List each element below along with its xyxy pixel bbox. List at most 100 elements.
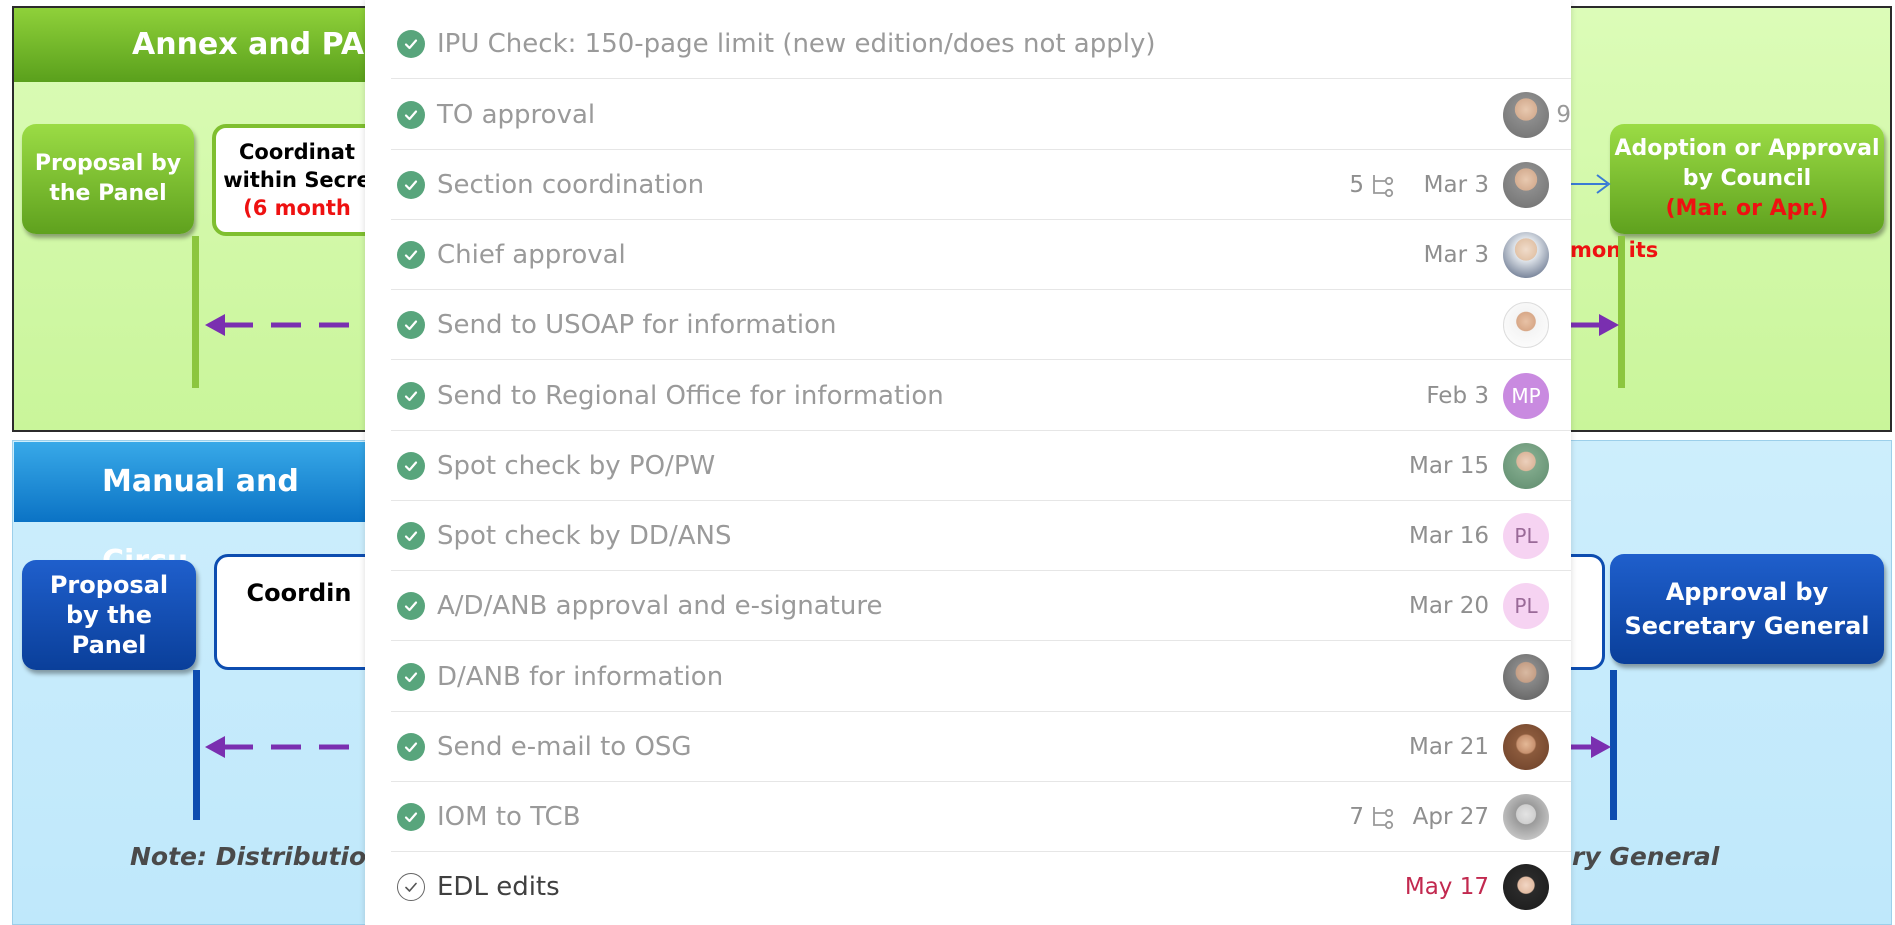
banner-title: Annex and PAN [132, 27, 390, 62]
box-line: within Secre [223, 168, 371, 192]
box-line: the Panel [49, 181, 167, 206]
task-title[interactable]: EDL edits [437, 852, 560, 922]
connector-bar [193, 670, 200, 820]
task-row[interactable]: Spot check by DD/ANS Mar 16 PL [391, 501, 1571, 571]
task-title[interactable]: Spot check by PO/PW [437, 431, 715, 501]
annex-section-banner: Annex and PAN [14, 8, 394, 82]
distribution-note: Note: Distribution [130, 842, 384, 871]
subtask-number: 5 [1349, 172, 1364, 198]
due-date[interactable]: Apr 27 [1369, 782, 1489, 852]
box-line: Approval by [1665, 578, 1829, 606]
due-date[interactable]: Feb 3 [1369, 361, 1489, 431]
check-circle-icon[interactable] [397, 522, 425, 550]
box-line: Panel [71, 631, 147, 659]
check-circle-icon[interactable] [397, 452, 425, 480]
due-date[interactable]: Mar 21 [1369, 712, 1489, 782]
coordination-box-top: Coordinat within Secre (6 month [212, 124, 382, 236]
task-row[interactable]: Chief approval Mar 3 [391, 220, 1571, 290]
adoption-box: Adoption or Approval by Council (Mar. or… [1610, 124, 1884, 234]
task-title[interactable]: TO approval [437, 80, 595, 150]
due-date[interactable]: Mar 16 [1369, 501, 1489, 571]
assignee-avatar[interactable] [1503, 302, 1549, 348]
box-line: Adoption or Approval [1614, 136, 1880, 161]
assignee-avatar[interactable]: MP [1503, 373, 1549, 419]
task-title[interactable]: Send to USOAP for information [437, 290, 836, 360]
task-row[interactable]: IPU Check: 150-page limit (new edition/d… [391, 9, 1571, 79]
check-circle-icon[interactable] [397, 592, 425, 620]
box-line: Secretary General [1624, 612, 1870, 640]
task-title[interactable]: Spot check by DD/ANS [437, 501, 731, 571]
dashed-arrow-left-bottom [205, 736, 370, 758]
assignee-avatar[interactable]: PL [1503, 513, 1549, 559]
connector-bar [1618, 236, 1625, 388]
connector-bar [1610, 670, 1617, 820]
task-title[interactable]: A/D/ANB approval and e-signature [437, 571, 882, 641]
assignee-avatar[interactable] [1503, 794, 1549, 840]
task-row[interactable]: Section coordination 5 Mar 3 [391, 150, 1571, 220]
manual-section-banner: Manual and Circu [14, 442, 394, 579]
due-date[interactable]: Mar 3 [1369, 150, 1489, 220]
assignee-avatar[interactable] [1503, 654, 1549, 700]
task-title[interactable]: Send to Regional Office for information [437, 361, 944, 431]
task-row[interactable]: A/D/ANB approval and e-signature Mar 20 … [391, 571, 1571, 641]
task-title[interactable]: Chief approval [437, 220, 626, 290]
assignee-avatar[interactable] [1503, 864, 1549, 910]
task-row[interactable]: Send e-mail to OSG Mar 21 [391, 712, 1571, 782]
duration-fragment: mon its [1570, 238, 1659, 262]
coordination-box-right-edge [1565, 554, 1605, 670]
assignee-avatar[interactable] [1503, 92, 1549, 138]
task-row[interactable]: Send to Regional Office for information … [391, 361, 1571, 431]
task-title[interactable]: D/ANB for information [437, 642, 723, 712]
check-circle-icon[interactable] [397, 803, 425, 831]
connector-bar [192, 236, 199, 388]
distribution-note-end: ry General [1572, 842, 1720, 871]
empty-check-circle-icon[interactable] [397, 873, 425, 901]
proposal-box-top: Proposal by the Panel [22, 124, 194, 234]
dashed-arrow-right-top [1571, 314, 1619, 336]
check-circle-icon[interactable] [397, 663, 425, 691]
approval-sg-box: Approval by Secretary General [1610, 554, 1884, 664]
check-circle-icon[interactable] [397, 382, 425, 410]
coordination-box-bottom: Coordin [214, 554, 384, 670]
dashed-arrow-left-top [205, 314, 370, 336]
assignee-avatar[interactable] [1503, 724, 1549, 770]
check-circle-icon[interactable] [397, 30, 425, 58]
box-line: (Mar. or Apr.) [1665, 196, 1829, 221]
check-circle-icon[interactable] [397, 733, 425, 761]
check-circle-icon[interactable] [397, 171, 425, 199]
check-circle-icon[interactable] [397, 101, 425, 129]
due-date[interactable]: May 17 [1369, 852, 1489, 922]
arrow-right-blue [1571, 174, 1611, 194]
due-date[interactable]: Mar 15 [1369, 431, 1489, 501]
check-circle-icon[interactable] [397, 241, 425, 269]
task-row[interactable]: Spot check by PO/PW Mar 15 [391, 431, 1571, 501]
assignee-avatar[interactable] [1503, 443, 1549, 489]
task-title[interactable]: IPU Check: 150-page limit (new edition/d… [437, 9, 1156, 79]
check-circle-icon[interactable] [397, 311, 425, 339]
box-line: (6 month [243, 196, 351, 220]
box-line: Coordin [246, 579, 352, 607]
assignee-avatar[interactable]: PL [1503, 583, 1549, 629]
task-title[interactable]: Send e-mail to OSG [437, 712, 692, 782]
assignee-avatar[interactable] [1503, 232, 1549, 278]
box-line: Proposal [49, 571, 169, 599]
task-title[interactable]: Section coordination [437, 150, 704, 220]
task-row[interactable]: IOM to TCB 7 Apr 27 [391, 782, 1571, 852]
due-date[interactable]: Mar 20 [1369, 571, 1489, 641]
subtask-number: 7 [1349, 804, 1364, 830]
assignee-avatar[interactable] [1503, 162, 1549, 208]
task-title[interactable]: IOM to TCB [437, 782, 581, 852]
dashed-arrow-right-bottom [1571, 736, 1611, 758]
task-row[interactable]: EDL edits May 17 [391, 852, 1571, 922]
proposal-box-bottom: Proposal by the Panel [22, 560, 196, 670]
box-line: Coordinat [238, 140, 355, 164]
due-date[interactable]: Mar 3 [1369, 220, 1489, 290]
task-row[interactable]: D/ANB for information [391, 642, 1571, 712]
task-row[interactable]: TO approval 9 [391, 80, 1571, 150]
task-list-panel: IPU Check: 150-page limit (new edition/d… [365, 0, 1571, 925]
truncated-date: 9 [1556, 102, 1571, 128]
task-row[interactable]: Send to USOAP for information [391, 290, 1571, 360]
box-line: Proposal by [34, 151, 182, 176]
box-line: by the [65, 601, 152, 629]
box-line: by Council [1682, 166, 1812, 191]
